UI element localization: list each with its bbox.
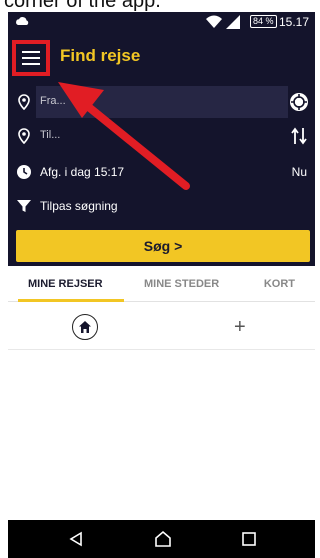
menu-icon [22,51,40,65]
saved-trips-row: + [8,310,315,350]
home-icon [79,321,91,333]
filter-label: Tilpas søgning [40,199,118,213]
status-bar: 84 % 15.17 [8,12,315,32]
nav-home-icon[interactable] [154,530,172,548]
filter-icon [17,200,31,212]
home-shortcut-button[interactable] [72,314,98,340]
now-button[interactable]: Nu [292,165,307,179]
clock-icon [17,165,31,179]
status-time: 15.17 [278,15,309,29]
from-placeholder: Fra... [40,95,66,107]
trip-search-panel: Find rejse Fra... Til... Afg. i dag 15:1… [8,32,315,266]
to-row[interactable]: Til... [8,120,315,152]
location-pin-icon [18,128,30,144]
page-title: Find rejse [60,46,141,65]
search-button[interactable]: Søg > [16,230,310,262]
departure-label: Afg. i dag 15:17 [40,165,125,179]
add-stop-icon[interactable] [289,92,309,112]
wifi-icon [206,15,222,28]
from-row: Fra... [8,86,315,118]
cloud-icon [16,17,29,25]
tab-mine-steder[interactable]: MINE STEDER [144,278,219,290]
signal-icon [226,15,240,29]
battery-indicator: 84 % [250,15,277,28]
swap-icon[interactable] [291,126,307,146]
add-trip-button[interactable]: + [234,316,246,339]
caption-text: corner of the app. [4,0,161,12]
from-input[interactable] [36,86,288,118]
tab-bar: MINE REJSER MINE STEDER KORT [8,266,315,302]
location-pin-icon [18,94,30,110]
menu-button[interactable] [12,40,50,76]
tab-mine-rejser[interactable]: MINE REJSER [28,278,103,290]
tab-kort[interactable]: KORT [264,278,295,290]
to-placeholder: Til... [40,129,61,141]
filter-row[interactable]: Tilpas søgning [8,190,315,222]
recent-apps-icon[interactable] [242,532,256,546]
departure-row[interactable]: Afg. i dag 15:17 Nu [8,156,315,188]
back-icon[interactable] [68,531,84,547]
caption-strip: corner of the app. [0,0,315,12]
android-nav-bar [8,520,315,558]
active-tab-indicator [18,299,124,302]
